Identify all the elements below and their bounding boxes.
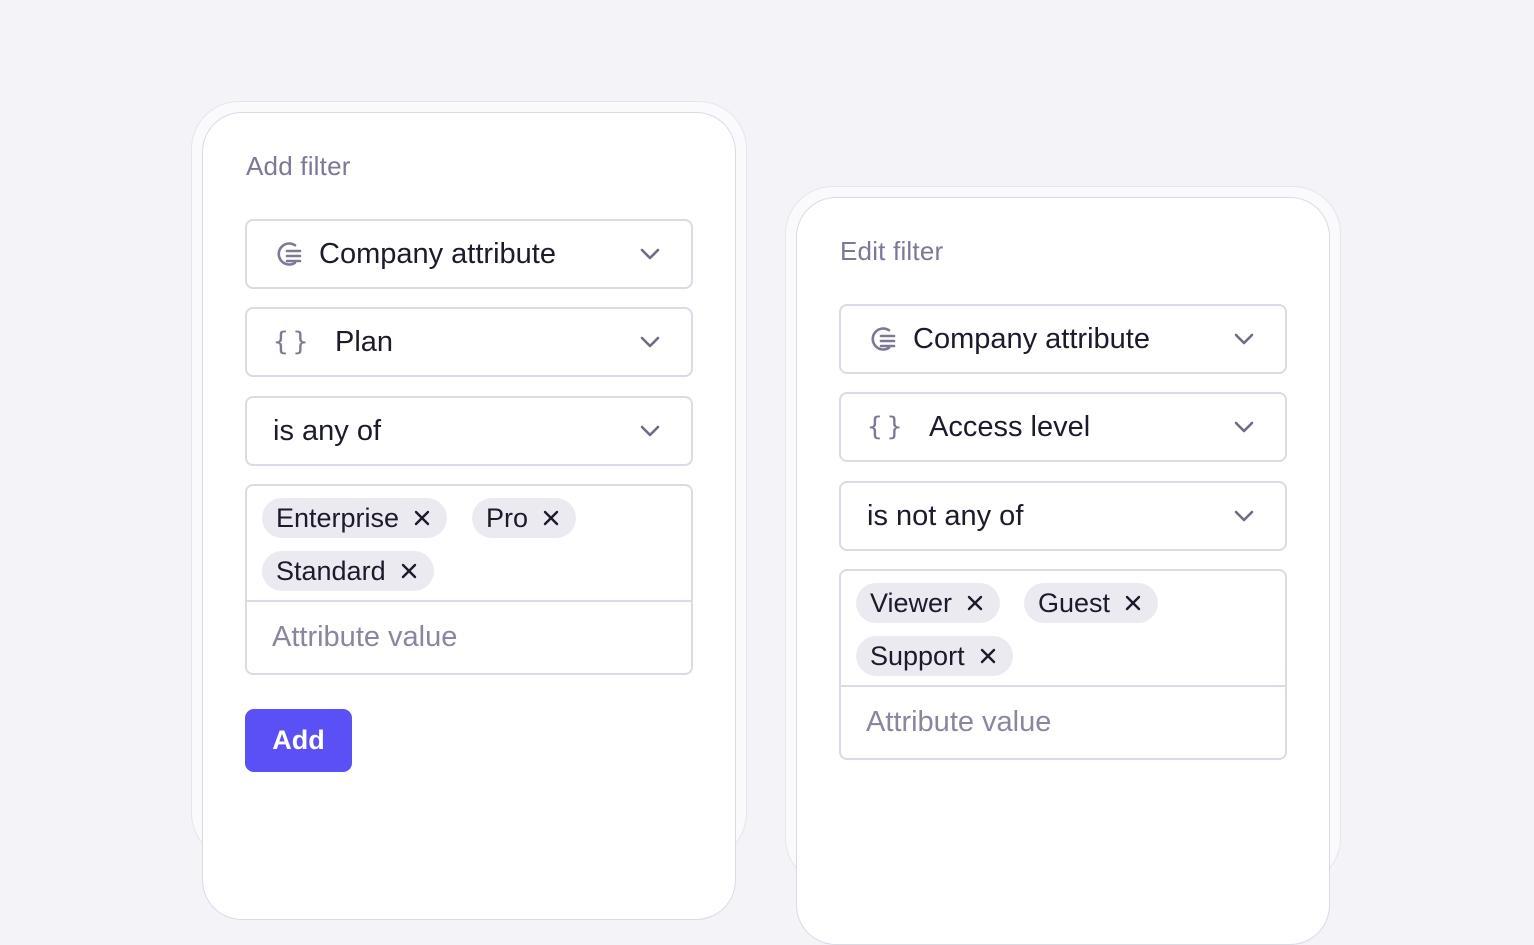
company-attribute-icon xyxy=(273,238,305,270)
source-select[interactable]: Company attribute xyxy=(839,304,1287,374)
chevron-down-icon xyxy=(1231,326,1257,352)
chevron-down-icon xyxy=(1231,503,1257,529)
close-icon[interactable] xyxy=(398,560,420,582)
chevron-down-icon xyxy=(637,418,663,444)
operator-select-value: is any of xyxy=(273,414,381,447)
chevron-down-icon xyxy=(637,329,663,355)
add-filter-panel-frame: Add filter Company attribute {} Plan is … xyxy=(191,101,747,920)
close-icon[interactable] xyxy=(540,507,562,529)
value-tag-input: Viewer Guest Support xyxy=(839,569,1287,760)
add-filter-panel: Add filter Company attribute {} Plan is … xyxy=(202,112,736,920)
value-tag-label: Pro xyxy=(486,502,529,533)
company-attribute-icon xyxy=(867,323,899,355)
value-tag-label: Support xyxy=(870,640,965,671)
value-tag: Standard xyxy=(262,551,434,591)
operator-select[interactable]: is any of xyxy=(245,396,693,466)
value-tag: Support xyxy=(856,636,1013,676)
attribute-select[interactable]: {} Access level xyxy=(839,392,1287,462)
value-tag: Pro xyxy=(472,498,577,538)
add-button[interactable]: Add xyxy=(245,709,352,772)
close-icon[interactable] xyxy=(977,645,999,667)
selected-values: Enterprise Pro Standard xyxy=(247,486,691,602)
chevron-down-icon xyxy=(1231,414,1257,440)
value-tag-label: Viewer xyxy=(870,587,953,618)
braces-icon: {} xyxy=(273,327,313,357)
value-tag: Viewer xyxy=(856,583,1001,623)
close-icon[interactable] xyxy=(964,592,986,614)
operator-select[interactable]: is not any of xyxy=(839,481,1287,551)
attribute-value-input[interactable] xyxy=(272,618,662,656)
edit-filter-title: Edit filter xyxy=(840,236,944,266)
chevron-down-icon xyxy=(637,241,663,267)
attribute-value-input[interactable] xyxy=(866,703,1256,741)
source-select-value: Company attribute xyxy=(319,237,556,270)
attribute-select-value: Plan xyxy=(335,325,394,358)
source-select[interactable]: Company attribute xyxy=(245,219,693,289)
value-tag-input: Enterprise Pro Standard xyxy=(245,484,693,675)
value-tag: Enterprise xyxy=(262,498,448,538)
edit-filter-panel: Edit filter Company attribute {} Access … xyxy=(796,197,1330,945)
close-icon[interactable] xyxy=(1122,592,1144,614)
value-tag-label: Enterprise xyxy=(276,502,400,533)
value-tag: Guest xyxy=(1024,583,1159,623)
attribute-select-value: Access level xyxy=(929,410,1091,443)
attribute-select[interactable]: {} Plan xyxy=(245,307,693,377)
close-icon[interactable] xyxy=(411,507,433,529)
selected-values: Viewer Guest Support xyxy=(841,571,1285,687)
operator-select-value: is not any of xyxy=(867,499,1024,532)
braces-icon: {} xyxy=(867,412,907,442)
value-tag-label: Standard xyxy=(276,555,386,586)
add-filter-title: Add filter xyxy=(246,151,351,181)
source-select-value: Company attribute xyxy=(913,322,1150,355)
edit-filter-panel-frame: Edit filter Company attribute {} Access … xyxy=(785,186,1341,945)
value-tag-label: Guest xyxy=(1038,587,1111,618)
